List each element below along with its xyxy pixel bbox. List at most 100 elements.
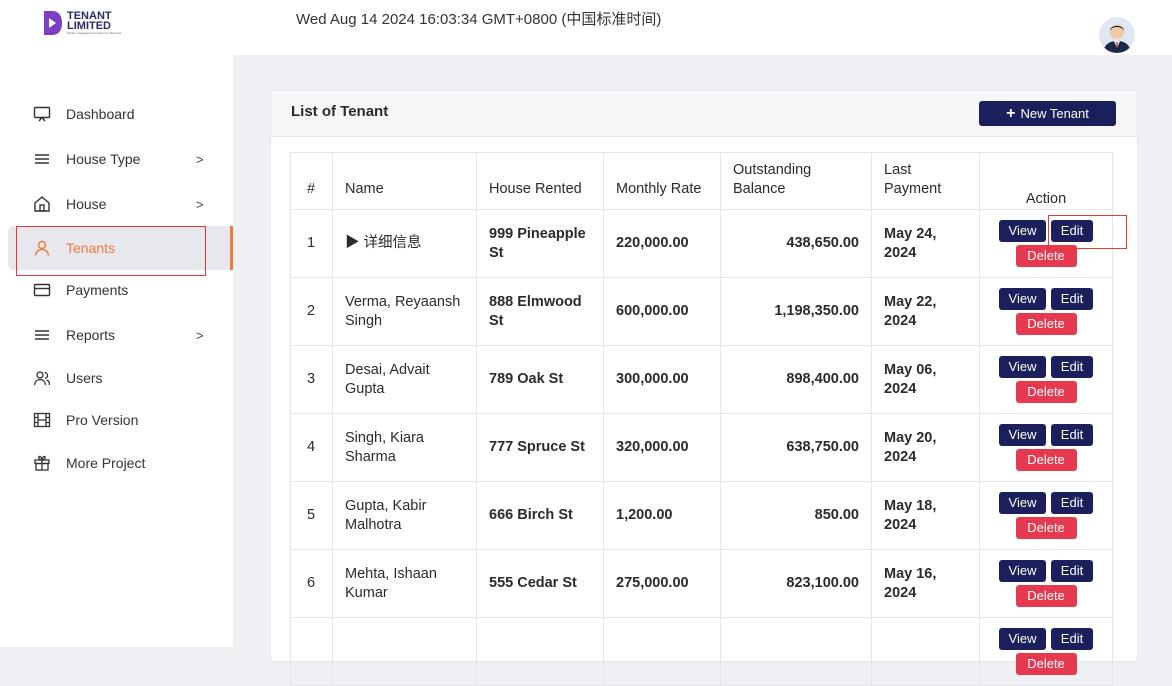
row-number [290,617,333,686]
delete-button[interactable]: Delete [1015,653,1077,675]
table-row: 6 Mehta, Ishaan Kumar 555 Cedar St 275,000.… [290,549,1113,618]
sidebar-item-pro-version[interactable]: Pro Version [8,398,233,442]
chevron-right-icon: > [196,327,204,343]
house-rented: 555 Cedar St [476,549,604,618]
outstanding-balance: 898,400.00 [720,345,872,414]
sidebar-item-house-type[interactable]: House Type > [8,137,233,181]
view-button[interactable]: View [999,560,1046,582]
last-payment: May 16, 2024 [871,549,980,618]
delete-button[interactable]: Delete [1015,381,1077,403]
sidebar-item-label: Payments [66,282,129,298]
sidebar-item-payments[interactable]: Payments [8,268,233,312]
table-row: 2 Verma, Reyaansh Singh 888 Elmwood St 600,… [290,277,1113,346]
sidebar-item-more-project[interactable]: More Project [8,441,233,485]
edit-button[interactable]: Edit [1051,424,1093,446]
action-group: View Edit Delete [996,628,1096,675]
logo-mark-icon [44,11,62,35]
delete-button[interactable]: Delete [1015,245,1077,267]
outstanding-balance: 850.00 [720,481,872,550]
sidebar-item-house[interactable]: House > [8,182,233,226]
row-actions: View Edit Delete [979,413,1113,482]
tenant-name: ▶ 详细信息 [332,209,477,278]
outstanding-balance: 638,750.00 [720,413,872,482]
card-header: List of Tenant + New Tenant [271,91,1137,137]
home-icon [34,196,50,212]
monthly-rate: 1,200.00 [603,481,721,550]
house-rented: 789 Oak St [476,345,604,414]
user-avatar[interactable] [1099,17,1135,53]
view-button[interactable]: View [999,220,1046,242]
delete-button[interactable]: Delete [1015,449,1077,471]
tenant-name [332,617,477,686]
monthly-rate: 275,000.00 [603,549,721,618]
card-icon [33,283,51,297]
last-payment: May 06, 2024 [871,345,980,414]
sidebar-item-label: Pro Version [66,412,139,428]
edit-button[interactable]: Edit [1051,220,1093,242]
new-tenant-label: New Tenant [1020,106,1089,121]
sidebar-item-reports[interactable]: Reports > [8,313,233,357]
last-payment: May 24, 2024 [871,209,980,278]
brand-title-line2: LIMITED [67,20,111,32]
row-number: 5 [290,481,333,550]
tenant-name: Gupta, Kabir Malhotra [332,481,477,550]
row-number: 3 [290,345,333,414]
action-group: View Edit Delete [996,356,1096,403]
film-icon [33,412,51,428]
edit-button[interactable]: Edit [1051,356,1093,378]
action-group: View Edit Delete [996,424,1096,471]
list-icon [35,154,49,164]
house-rented [476,617,604,686]
brand-title: TENANT LIMITED [67,11,112,32]
sidebar-item-label: Reports [66,327,116,343]
column-header: Last Payment [871,152,980,210]
outstanding-balance: 823,100.00 [720,549,872,618]
row-actions: View Edit Delete [979,277,1113,346]
delete-button[interactable]: Delete [1015,585,1077,607]
row-actions: View Edit Delete [979,617,1113,686]
brand-logo[interactable]: TENANT LIMITED Tenant management system … [43,10,143,38]
chevron-right-icon: > [196,151,204,167]
row-actions: View Edit Delete [979,345,1113,414]
view-button[interactable]: View [999,288,1046,310]
new-tenant-button[interactable]: + New Tenant [979,101,1116,126]
sidebar-item-users[interactable]: Users [8,356,233,400]
brand-tagline: Tenant management system by Mayuri K. [67,31,123,35]
action-group: View Edit Delete [996,560,1096,607]
sidebar-item-label: House Type [66,151,141,167]
sidebar-item-tenants[interactable]: Tenants [8,226,233,270]
action-group: View Edit Delete [996,220,1096,267]
house-rented: 888 Elmwood St [476,277,604,346]
chevron-right-icon: > [196,196,204,212]
column-header: Name [332,152,477,210]
view-button[interactable]: View [999,492,1046,514]
column-header: # [290,152,333,210]
sidebar-item-label: More Project [66,455,146,471]
monthly-rate: 320,000.00 [603,413,721,482]
delete-button[interactable]: Delete [1015,517,1077,539]
monthly-rate: 220,000.00 [603,209,721,278]
table-row: 4 Singh, Kiara Sharma 777 Spruce St 320,000… [290,413,1113,482]
table-header-row: # Name House Rented Monthly Rate Outstan… [290,152,1113,210]
house-rented: 777 Spruce St [476,413,604,482]
row-actions: View Edit Delete [979,549,1113,618]
user-icon [34,240,50,256]
last-payment: May 22, 2024 [871,277,980,346]
monthly-rate: 300,000.00 [603,345,721,414]
edit-button[interactable]: Edit [1051,560,1093,582]
users-icon [33,371,51,386]
house-rented: 999 Pineapple St [476,209,604,278]
table-row: View Edit Delete [290,617,1113,686]
column-header: Monthly Rate [603,152,721,210]
row-number: 1 [290,209,333,278]
tenant-name: Mehta, Ishaan Kumar [332,549,477,618]
sidebar-item-dashboard[interactable]: Dashboard [8,92,233,136]
outstanding-balance: 1,198,350.00 [720,277,872,346]
edit-button[interactable]: Edit [1051,288,1093,310]
row-number: 6 [290,549,333,618]
view-button[interactable]: View [999,356,1046,378]
edit-button[interactable]: Edit [1051,492,1093,514]
sidebar-item-label: House [66,196,107,212]
view-button[interactable]: View [999,424,1046,446]
delete-button[interactable]: Delete [1015,313,1077,335]
